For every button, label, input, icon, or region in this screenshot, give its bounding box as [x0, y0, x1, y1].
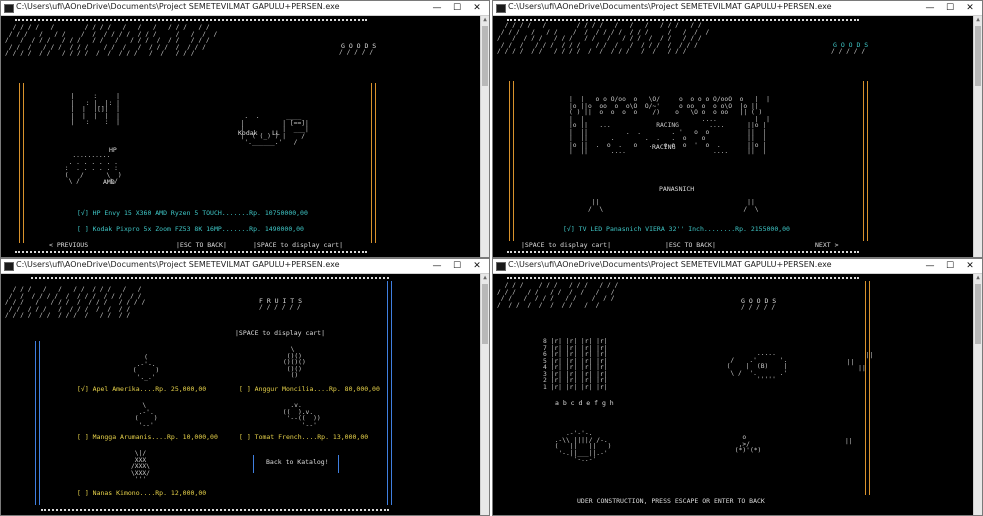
vertical-scrollbar[interactable]: ▲ — [973, 16, 982, 257]
left-pillar — [35, 341, 40, 505]
chessboard-ascii-art: 8 |r| |r| |r| |r| 7 |r| |r| |r| |r| 6 |r… — [543, 338, 608, 391]
rain-ascii-art: / / / / / / / / / / / / / / / / / / / / … — [497, 282, 619, 309]
camera-label: Kodak — [238, 129, 258, 137]
product-row-1[interactable]: [√] HP Envy 15 X360 AMD Ryzen 5 TOUCH...… — [77, 209, 308, 217]
scroll-up-icon[interactable]: ▲ — [974, 16, 982, 24]
rain-ascii-art: / / / / / / / / / / / / / / / / / / / / … — [5, 286, 146, 319]
drum-ascii-art: .-'-'-. .-\\ ||||/ /-. ( || || ) '-.||__… — [554, 430, 612, 463]
orb-ascii-art: ..... / .' '. ( | (B) | \ / '. .' ''''' — [726, 350, 788, 383]
goods-underline: / / / / / — [339, 49, 374, 56]
fruit-item-anggur[interactable]: [ ] Anggur Moncilia....Rp. 80,000,00 — [239, 385, 380, 393]
mango-ascii-art: \ .-'. ( ) '--' — [134, 402, 158, 429]
title-bar[interactable]: C:\Users\ufi\AOneDrive\Documents\Project… — [1, 259, 489, 274]
laptop-sub-label: AMD — [103, 178, 115, 186]
minimize-button[interactable]: — — [427, 1, 447, 15]
console-app-icon — [4, 4, 14, 13]
title-bar[interactable]: C:\Users\ufi\AOneDrive\Documents\Project… — [1, 1, 489, 16]
small-figure-ascii-art: o ,>/ (*)'(*) — [734, 434, 762, 454]
close-button[interactable]: ✕ — [467, 1, 487, 15]
vertical-scrollbar[interactable]: ▲ — [480, 16, 489, 257]
next-button[interactable]: NEXT > — [815, 241, 838, 249]
scroll-up-icon[interactable]: ▲ — [481, 16, 489, 24]
scroll-up-icon[interactable]: ▲ — [481, 274, 489, 282]
window-title: C:\Users\ufi\AOneDrive\Documents\Project… — [508, 2, 832, 11]
left-pillar — [19, 83, 24, 243]
vertical-scrollbar[interactable]: ▲ — [480, 274, 489, 515]
goods-underline: / / / / / — [831, 48, 866, 55]
console-app-icon — [4, 262, 14, 271]
tv-brand-label: PANASNICH — [659, 185, 695, 193]
fruits-underline: / / / / / / — [259, 304, 301, 311]
rain-ascii-art: / / / / / / / / / / / / / / / / / / / / … — [5, 24, 218, 57]
tomato-ascii-art: .v. (( ).v. '--(( )) '--' — [282, 402, 321, 429]
pineapple-ascii-art: \|/ XXX /XXX\ \XXX/ ''' — [131, 450, 150, 483]
orange-bars-ascii: || || || — [846, 352, 874, 372]
rain-ascii-art: / / / / / / / / / / / / / / / / / / / / … — [497, 22, 710, 55]
console-window-fruits[interactable]: C:\Users\ufi\AOneDrive\Documents\Project… — [0, 258, 490, 516]
right-pillar — [863, 81, 868, 241]
title-bar[interactable]: C:\Users\ufi\AOneDrive\Documents\Project… — [493, 1, 982, 16]
close-button[interactable]: ✕ — [960, 259, 980, 273]
top-border — [507, 277, 859, 279]
space-cart-button[interactable]: |SPACE to display cart| — [253, 241, 343, 249]
maximize-button[interactable]: ☐ — [940, 1, 960, 15]
product-row-2[interactable]: [ ] Kodak Pixpro 5x Zoom FZ53 8K 16MP...… — [77, 225, 304, 233]
window-title: C:\Users\ufi\AOneDrive\Documents\Project… — [16, 2, 340, 11]
fruit-item-nanas[interactable]: [ ] Nanas Kimono....Rp. 12,000,00 — [77, 489, 206, 497]
scroll-thumb[interactable] — [482, 284, 488, 344]
tv-stand-ascii: || || / \ / \ — [587, 199, 759, 213]
right-pillar — [371, 83, 376, 243]
previous-button[interactable]: < PREVIOUS — [49, 241, 88, 249]
console-window-electronics-2[interactable]: C:\Users\ufi\AOneDrive\Documents\Project… — [492, 0, 983, 258]
back-to-katalog-button[interactable]: Back to Katalog! — [266, 458, 329, 466]
apple-ascii-art: ( .-'-. ( ) '._.' — [132, 354, 160, 381]
under-construction-message: UDER CONSTRUCTION, PRESS ESCAPE OR ENTER… — [577, 497, 765, 505]
laptop-ascii-art: | : | | : | |: | | | |[]| | | | | | | | … — [70, 93, 120, 126]
space-cart-button[interactable]: |SPACE to display cart| — [521, 241, 611, 249]
right-pillar — [387, 281, 392, 505]
goods-underline: / / / / / — [741, 304, 776, 311]
console-window-under-construction[interactable]: C:\Users\ufi\AOneDrive\Documents\Project… — [492, 258, 983, 516]
fruit-item-tomat[interactable]: [ ] Tomat French....Rp. 13,000,00 — [239, 433, 368, 441]
vertical-scrollbar[interactable]: ▲ — [973, 274, 982, 515]
scroll-thumb[interactable] — [975, 26, 981, 86]
camera-sub-label: LL — [272, 129, 280, 137]
right-pillar — [865, 281, 870, 495]
top-border — [507, 19, 859, 21]
product-row-1[interactable]: [√] TV LED Panasnich VIERA 32'' Inch....… — [563, 225, 790, 233]
title-bar[interactable]: C:\Users\ufi\AOneDrive\Documents\Project… — [493, 259, 982, 274]
minimize-button[interactable]: — — [920, 259, 940, 273]
bottom-border — [507, 251, 859, 253]
minimize-button[interactable]: — — [920, 1, 940, 15]
scroll-thumb[interactable] — [975, 284, 981, 344]
maximize-button[interactable]: ☐ — [447, 1, 467, 15]
close-button[interactable]: ✕ — [467, 259, 487, 273]
fruit-item-mangga[interactable]: [ ] Mangga Arumanis....Rp. 10,000,00 — [77, 433, 218, 441]
top-border — [15, 19, 367, 21]
scroll-thumb[interactable] — [482, 26, 488, 86]
close-button[interactable]: ✕ — [960, 1, 980, 15]
esc-back-button[interactable]: |ESC TO BACK| — [176, 241, 227, 249]
fruit-item-apel[interactable]: [√] Apel Amerika....Rp. 25,000,00 — [77, 385, 206, 393]
scroll-up-icon[interactable]: ▲ — [974, 274, 982, 282]
maximize-button[interactable]: ☐ — [447, 259, 467, 273]
bottom-border — [15, 251, 367, 253]
top-border — [31, 277, 389, 279]
console-app-icon — [496, 262, 506, 271]
console-window-electronics-1[interactable]: C:\Users\ufi\AOneDrive\Documents\Project… — [0, 0, 490, 258]
window-title: C:\Users\ufi\AOneDrive\Documents\Project… — [16, 260, 340, 269]
tv-racing-text: RACING — [652, 143, 676, 151]
minimize-button[interactable]: — — [427, 259, 447, 273]
small-orange-marks: || — [845, 438, 853, 445]
esc-back-button[interactable]: |ESC TO BACK| — [665, 241, 716, 249]
maximize-button[interactable]: ☐ — [940, 259, 960, 273]
window-title: C:\Users\ufi\AOneDrive\Documents\Project… — [508, 260, 832, 269]
console-app-icon — [496, 4, 506, 13]
space-cart-button[interactable]: |SPACE to display cart| — [235, 329, 325, 337]
bottom-border — [41, 509, 389, 511]
chessboard-files: a b c d e f g h — [555, 399, 614, 407]
grapes-ascii-art: \ ()() ()()() ()() () — [283, 346, 306, 379]
left-pillar — [509, 81, 514, 241]
